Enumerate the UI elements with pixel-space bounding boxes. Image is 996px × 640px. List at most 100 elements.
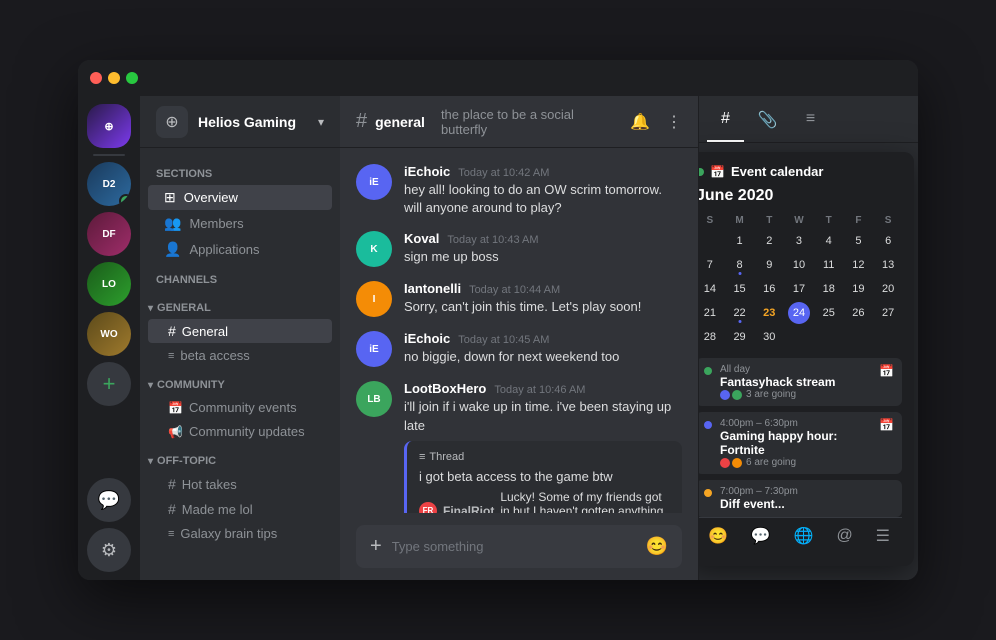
cal-day-24-today[interactable]: 24 [788,302,810,324]
cal-day-15[interactable]: 15 [729,278,751,300]
cal-day-16[interactable]: 16 [758,278,780,300]
chat-header-actions: 🔔 ⋮ [630,112,682,132]
chat-header: # general the place to be a social butte… [340,96,698,148]
settings-icon[interactable]: ⚙ [87,528,131,572]
category-offtopic[interactable]: ▾ Off-topic [140,451,340,471]
cal-day-30[interactable]: 30 [758,326,780,348]
current-server-icon[interactable]: ⊕ [87,104,131,148]
server-icon-lo[interactable]: LO [87,262,131,306]
cal-day-14[interactable]: 14 [699,278,721,300]
server-header[interactable]: ⊕ Helios Gaming ▾ [140,96,340,148]
toolbar-chat-icon[interactable]: 💬 [751,526,771,546]
channel-item-beta-access[interactable]: ≡ beta access [148,344,332,367]
cal-day-9[interactable]: 9 [758,254,780,276]
cal-day-29[interactable]: 29 [729,326,751,348]
message-author: LootBoxHero [404,381,486,396]
thread-icon: ≡ [419,451,425,463]
events-icon: 📅 [168,401,183,415]
toolbar-at-icon[interactable]: @ [836,527,852,545]
chat-channel-name: general [375,114,425,130]
toolbar-menu-icon[interactable]: ☰ [876,526,890,546]
server-lo-label: LO [102,279,116,290]
server-divider [93,154,125,156]
channel-item-hot-takes[interactable]: # Hot takes [148,472,332,496]
traffic-lights [90,72,138,84]
cal-day-21[interactable]: 21 [699,302,721,324]
cal-day-12[interactable]: 12 [847,254,869,276]
add-server-button[interactable]: + [87,362,131,406]
cal-day-4[interactable]: 4 [818,230,840,252]
calendar-bottom-toolbar: 😊 💬 🌐 @ ☰ [698,517,902,554]
event-2-time: 4:00pm – 6:30pm [720,418,871,429]
server-icon-df[interactable]: DF [87,212,131,256]
maximize-button[interactable] [126,72,138,84]
close-button[interactable] [90,72,102,84]
cal-day-10[interactable]: 10 [788,254,810,276]
server-icon-wo[interactable]: WO [87,312,131,356]
chat-icon[interactable]: 💬 [87,478,131,522]
thread-embed: ≡ Thread i got beta access to the game b… [404,441,682,513]
cal-day-11[interactable]: 11 [818,254,840,276]
tab-threads[interactable]: # [707,96,744,142]
minimize-button[interactable] [108,72,120,84]
tab-pins[interactable]: ≡ [792,96,829,142]
sidebar-item-overview[interactable]: ⊞ Overview [148,185,332,210]
channel-item-made-me-lol[interactable]: # Made me lol [148,497,332,521]
server-df-label: DF [102,229,115,240]
reply-avatar-label: FR [423,506,434,513]
channel-item-community-events[interactable]: 📅 Community events [148,396,332,419]
event-2[interactable]: 4:00pm – 6:30pm Gaming happy hour: Fortn… [698,412,902,474]
more-options-icon[interactable]: ⋮ [666,112,682,132]
channel-item-general[interactable]: # General [148,319,332,343]
sidebar-item-applications[interactable]: 👤 Applications [148,237,332,262]
cal-day-2[interactable]: 2 [758,230,780,252]
channel-community-updates-label: Community updates [189,424,305,439]
event-3-name: Diff event... [720,497,894,511]
cal-day-18[interactable]: 18 [818,278,840,300]
cal-day-22[interactable]: 22 [729,302,751,324]
cal-day-20[interactable]: 20 [877,278,899,300]
title-bar [78,60,918,96]
toolbar-globe-icon[interactable]: 🌐 [794,526,814,546]
message-content: LootBoxHero Today at 10:46 AM i'll join … [404,381,682,513]
cal-day-13[interactable]: 13 [877,254,899,276]
channel-item-community-updates[interactable]: 📢 Community updates [148,420,332,443]
notification-icon[interactable]: 🔔 [630,112,650,132]
tab-attachments[interactable]: 📎 [744,96,792,142]
applications-label: Applications [189,242,259,257]
event-2-cal-icon: 📅 [879,418,894,432]
event-3[interactable]: 7:00pm – 7:30pm Diff event... [698,480,902,517]
server-logo-icon: ⊕ [165,112,178,132]
cal-day-empty [699,230,721,252]
toolbar-emoji-icon[interactable]: 😊 [708,526,728,546]
message-time: Today at 10:43 AM [447,234,538,246]
cal-day-6[interactable]: 6 [877,230,899,252]
cal-day-17[interactable]: 17 [788,278,810,300]
emoji-icon[interactable]: 😊 [646,536,668,557]
cal-day-23[interactable]: 23 [758,302,780,324]
channel-item-galaxy-brain[interactable]: ≡ Galaxy brain tips [148,522,332,545]
attach-icon[interactable]: + [370,535,382,558]
cal-day-7[interactable]: 7 [699,254,721,276]
category-community[interactable]: ▾ Community [140,375,340,395]
cal-day-26[interactable]: 26 [847,302,869,324]
community-label: Community [157,379,225,391]
sidebar-item-members[interactable]: 👥 Members [148,211,332,236]
chat-input[interactable]: Type something [392,539,636,554]
event-1[interactable]: All day Fantasyhack stream 3 are going 📅 [698,358,902,406]
cal-day-3[interactable]: 3 [788,230,810,252]
avatar: I [356,281,392,317]
event-1-dot [704,367,712,375]
cal-day-25[interactable]: 25 [818,302,840,324]
chat-input-box[interactable]: + Type something 😊 [356,525,682,568]
server-d2-label: D2 [103,179,116,190]
cal-day-8[interactable]: 8 [729,254,751,276]
cal-day-27[interactable]: 27 [877,302,899,324]
cal-day-1[interactable]: 1 [729,230,751,252]
cal-day-19[interactable]: 19 [847,278,869,300]
cal-day-5[interactable]: 5 [847,230,869,252]
server-icon-d2[interactable]: D2 [87,162,131,206]
cal-day-28[interactable]: 28 [699,326,721,348]
cal-day-header-s2: S [874,213,902,228]
category-general[interactable]: ▾ General [140,298,340,318]
